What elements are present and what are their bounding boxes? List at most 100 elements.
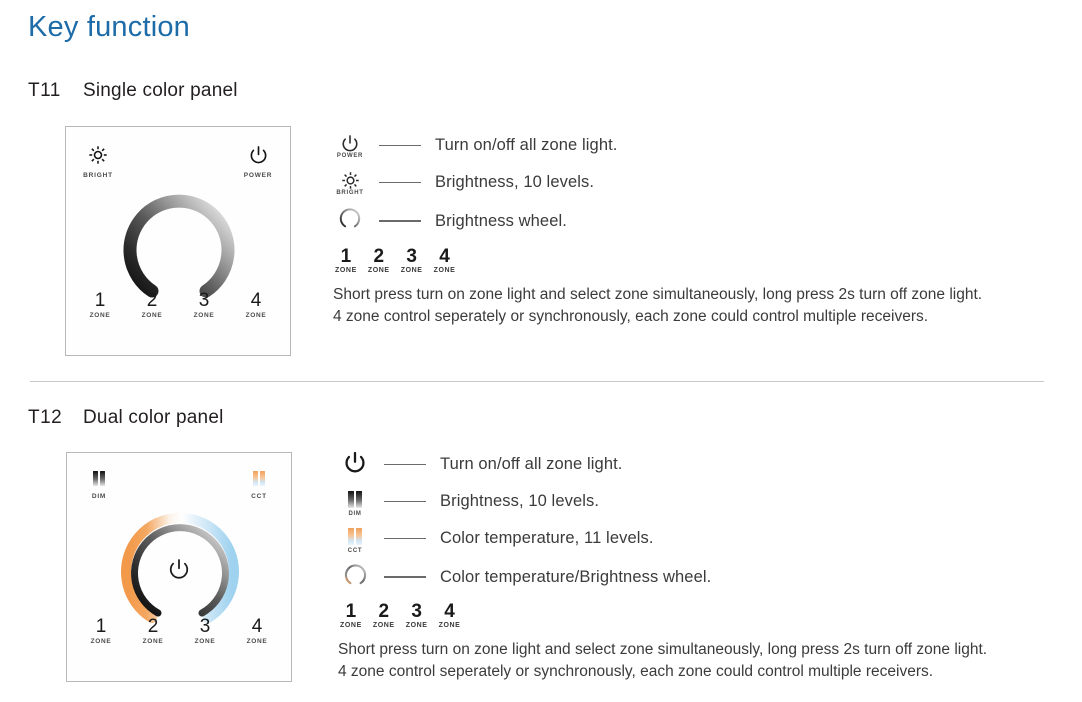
section-name-t12: Dual color panel xyxy=(83,407,224,428)
wheel-icon xyxy=(339,208,361,228)
note-line2-t11: 4 zone control seperately or synchronous… xyxy=(333,308,929,325)
section-model-t11: T11 xyxy=(28,80,61,101)
panel-zone-cap-1-t11: ZONE xyxy=(89,312,111,319)
bright-icon xyxy=(341,171,359,189)
panel-zone-cap-3-t12: ZONE xyxy=(194,638,216,645)
power-icon xyxy=(342,134,358,151)
section-model-t12: T12 xyxy=(28,407,63,428)
panel-zone-row-t11: 1 ZONE 2 ZONE 3 ZONE 4 ZONE xyxy=(66,290,290,320)
legend-text-cct-t12: Color temperature, 11 levels. xyxy=(440,529,654,547)
legend-t12: Turn on/off all zone light. DIM Brightne… xyxy=(338,446,987,683)
panel-cct-label-t12: CCT xyxy=(251,493,267,500)
legend-zone-cap-2-t12: ZONE xyxy=(372,622,395,629)
legend-dash-2-t12 xyxy=(384,500,426,503)
legend-zone-2-t11[interactable]: 2 ZONE xyxy=(368,247,390,274)
legend-zone-1-t12[interactable]: 1 ZONE xyxy=(340,602,362,629)
panel-cct-button-t12[interactable]: CCT xyxy=(236,471,282,500)
panel-face-t12: DIM CCT 1 ZONE 2 ZONE 3 ZONE 4 ZONE xyxy=(67,453,291,681)
note-line1-t11: Short press turn on zone light and selec… xyxy=(333,286,983,303)
legend-zone-cap-2-t11: ZONE xyxy=(367,267,390,274)
section-name-t11: Single color panel xyxy=(83,80,238,101)
legend-row-wheel-t12: Color temperature/Brightness wheel. xyxy=(338,557,987,597)
dim-bars-icon xyxy=(348,490,362,508)
panel-zone-num-4-t11: 4 xyxy=(250,290,262,311)
panel-zone-button-4-t11[interactable]: 4 ZONE xyxy=(234,290,278,320)
legend-zone-cap-4-t11: ZONE xyxy=(433,267,456,274)
legend-row-bright-t11: BRIGHT Brightness, 10 levels. xyxy=(333,164,982,201)
panel-zone-num-2-t11: 2 xyxy=(146,290,158,311)
panel-face-t11: BRIGHT POWER 1 ZONE 2 ZONE 3 ZONE 4 ZONE xyxy=(66,127,290,355)
legend-zone-1-t11[interactable]: 1 ZONE xyxy=(335,247,357,274)
legend-zone-strip-t12: 1 ZONE 2 ZONE 3 ZONE 4 ZONE xyxy=(340,602,987,629)
legend-zone-cap-1-t11: ZONE xyxy=(335,267,357,274)
legend-row-dim-t12: DIM Brightness, 10 levels. xyxy=(338,483,987,520)
panel-zone-num-3-t12: 3 xyxy=(199,616,211,637)
legend-dash-1-t11 xyxy=(379,144,421,147)
legend-zone-num-1-t12: 1 xyxy=(345,601,357,622)
legend-power-icon-wrap-t12 xyxy=(338,451,372,479)
legend-zone-2-t12[interactable]: 2 ZONE xyxy=(373,602,395,629)
panel-zone-button-2-t12[interactable]: 2 ZONE xyxy=(131,616,175,646)
legend-wheel-icon-wrap-t11 xyxy=(333,207,367,235)
panel-zone-cap-2-t12: ZONE xyxy=(142,638,164,645)
legend-zone-num-4-t11: 4 xyxy=(439,246,450,267)
panel-zone-button-3-t12[interactable]: 3 ZONE xyxy=(183,616,227,646)
legend-cct-label-t12: CCT xyxy=(347,547,363,554)
panel-zone-button-2-t11[interactable]: 2 ZONE xyxy=(130,290,174,320)
legend-dim-icon-wrap-t12: DIM xyxy=(338,490,372,517)
panel-power-label-t11: POWER xyxy=(243,172,273,179)
cct-bars-icon xyxy=(253,471,265,486)
legend-power-icon-wrap-t11: POWER xyxy=(333,134,367,159)
bright-icon xyxy=(89,146,107,164)
legend-row-power-t12: Turn on/off all zone light. xyxy=(338,446,987,483)
legend-row-cct-t12: CCT Color temperature, 11 levels. xyxy=(338,520,987,557)
legend-zone-3-t12[interactable]: 3 ZONE xyxy=(406,602,428,629)
legend-zone-4-t12[interactable]: 4 ZONE xyxy=(439,602,461,629)
panel-zone-num-1-t11: 1 xyxy=(94,290,106,311)
panel-dim-label-t12: DIM xyxy=(91,493,107,500)
legend-row-power-t11: POWER Turn on/off all zone light. xyxy=(333,127,982,164)
panel-zone-button-1-t12[interactable]: 1 ZONE xyxy=(79,617,123,646)
wheel-icon-color xyxy=(344,563,366,584)
legend-text-dim-t12: Brightness, 10 levels. xyxy=(440,492,600,510)
power-icon xyxy=(169,559,189,579)
legend-zone-strip-t11: 1 ZONE 2 ZONE 3 ZONE 4 ZONE xyxy=(335,247,982,274)
panel-zone-num-2-t12: 2 xyxy=(147,616,159,637)
panel-zone-cap-4-t11: ZONE xyxy=(245,312,267,319)
legend-power-label-t11: POWER xyxy=(336,152,364,159)
dim-bars-icon xyxy=(93,471,105,486)
panel-zone-row-t12: 1 ZONE 2 ZONE 3 ZONE 4 ZONE xyxy=(67,616,291,646)
legend-text-power-t11: Turn on/off all zone light. xyxy=(435,136,618,154)
panel-center-power-button-t12[interactable] xyxy=(168,558,190,585)
panel-bright-label-t11: BRIGHT xyxy=(83,172,113,179)
panel-zone-num-3-t11: 3 xyxy=(198,290,210,311)
legend-text-wheel-t12: Color temperature/Brightness wheel. xyxy=(440,567,712,586)
section-heading-t11: T11 Single color panel xyxy=(28,80,238,102)
legend-zone-num-4-t12: 4 xyxy=(444,601,455,622)
legend-t11: POWER Turn on/off all zone light. BRIGHT… xyxy=(333,127,982,328)
panel-zone-button-1-t11[interactable]: 1 ZONE xyxy=(78,290,122,320)
panel-zone-button-3-t11[interactable]: 3 ZONE xyxy=(182,290,226,320)
panel-zone-button-4-t12[interactable]: 4 ZONE xyxy=(235,617,279,646)
legend-zone-num-3-t11: 3 xyxy=(406,246,417,267)
legend-zone-4-t11[interactable]: 4 ZONE xyxy=(434,247,456,274)
panel-zone-cap-4-t12: ZONE xyxy=(246,638,268,645)
legend-dash-1-t12 xyxy=(384,463,426,466)
legend-dash-4-t12 xyxy=(384,576,426,578)
panel-zone-cap-3-t11: ZONE xyxy=(193,312,215,319)
legend-bright-icon-wrap-t11: BRIGHT xyxy=(333,171,367,196)
legend-zone-3-t11[interactable]: 3 ZONE xyxy=(401,247,423,274)
legend-zone-cap-4-t12: ZONE xyxy=(438,622,461,629)
device-panel-t11: BRIGHT POWER 1 ZONE 2 ZONE 3 ZONE 4 ZONE xyxy=(65,126,291,356)
legend-zone-num-2-t11: 2 xyxy=(373,246,385,267)
legend-text-bright-t11: Brightness, 10 levels. xyxy=(435,173,595,191)
power-icon xyxy=(250,146,266,164)
legend-dash-3-t11 xyxy=(379,220,421,222)
legend-zone-cap-1-t12: ZONE xyxy=(340,622,362,629)
panel-power-button-t11[interactable]: POWER xyxy=(235,145,281,179)
panel-zone-cap-2-t11: ZONE xyxy=(141,312,163,319)
panel-dim-button-t12[interactable]: DIM xyxy=(76,471,122,500)
panel-zone-cap-1-t12: ZONE xyxy=(90,638,112,645)
legend-zone-num-1-t11: 1 xyxy=(340,246,352,267)
panel-bright-button-t11[interactable]: BRIGHT xyxy=(75,145,121,179)
